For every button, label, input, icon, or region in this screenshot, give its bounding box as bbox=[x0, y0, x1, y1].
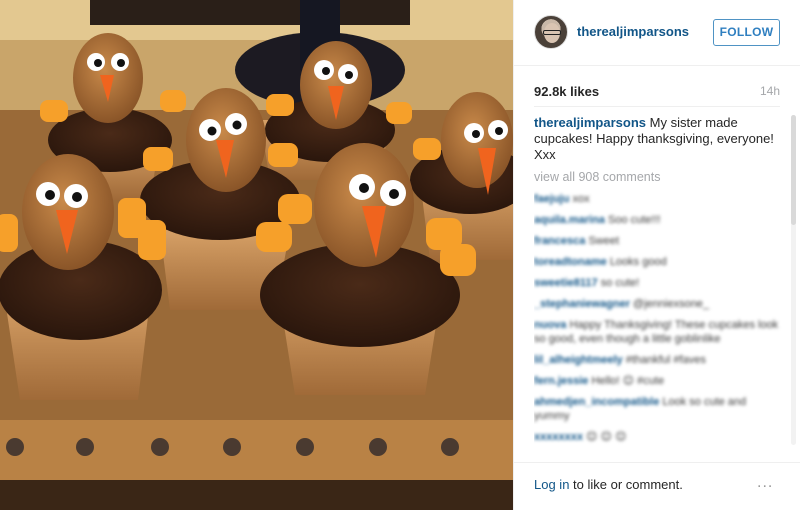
comment-item: ahmedjen_incompatible Look so cute and y… bbox=[534, 395, 784, 423]
more-options-icon[interactable]: ... bbox=[757, 474, 773, 492]
turkey-cupcakes-image bbox=[0, 0, 513, 510]
post-photo[interactable] bbox=[0, 0, 513, 510]
login-prompt-text: to like or comment. bbox=[569, 477, 683, 492]
comment-username[interactable]: fern.jessie bbox=[534, 375, 588, 387]
comment-username[interactable]: lil_alheightmeely bbox=[534, 354, 623, 366]
comments-list[interactable]: therealjimparsons My sister made cupcake… bbox=[534, 115, 784, 460]
post-footer: Log in to like or comment. ... bbox=[514, 462, 800, 510]
login-prompt: Log in to like or comment. bbox=[534, 477, 683, 492]
comment-item: fern.jessie Hello! 😊 #cute bbox=[534, 374, 784, 388]
comment-text: 😊 😊 😊 bbox=[586, 431, 627, 443]
comment-item: _stephaniewagner @jenniexsone_ bbox=[534, 297, 784, 311]
comment-username[interactable]: xxxxxxxx bbox=[534, 431, 583, 443]
likes-count[interactable]: 92.8k likes bbox=[534, 84, 599, 99]
comment-text: Happy Thanksgiving! These cupcakes look … bbox=[534, 319, 779, 345]
login-link[interactable]: Log in bbox=[534, 477, 569, 492]
divider bbox=[534, 106, 780, 107]
comment-username[interactable]: sweetie8117 bbox=[534, 277, 598, 289]
comment-item: faejuju xox bbox=[534, 192, 784, 206]
comment-item: xxxxxxxx 😊 😊 😊 bbox=[534, 430, 784, 444]
view-all-comments-link[interactable]: view all 908 comments bbox=[534, 170, 784, 184]
scrollbar-thumb[interactable] bbox=[791, 115, 796, 225]
comment-item: aquila.marina Soo cute!!! bbox=[534, 213, 784, 227]
comment-item: lil_alheightmeely #thankful #faves bbox=[534, 353, 784, 367]
follow-button[interactable]: FOLLOW bbox=[713, 19, 780, 46]
comment-item: sweetie8117 so cute! bbox=[534, 276, 784, 290]
post-header: therealjimparsons FOLLOW bbox=[514, 0, 800, 66]
comments-scrollbar[interactable] bbox=[791, 115, 796, 445]
comment-text: Soo cute!!! bbox=[607, 214, 661, 226]
avatar[interactable] bbox=[534, 15, 568, 49]
avatar-glasses bbox=[543, 30, 561, 35]
comment-text: Looks good bbox=[609, 256, 667, 268]
post-timestamp[interactable]: 14h bbox=[760, 84, 780, 98]
comment-text: #thankful #faves bbox=[625, 354, 706, 366]
comment-item: nuova Happy Thanksgiving! These cupcakes… bbox=[534, 318, 784, 346]
post-side-panel: therealjimparsons FOLLOW 92.8k likes 14h… bbox=[513, 0, 800, 510]
comment-text: @jenniexsone_ bbox=[633, 298, 710, 310]
comment-text: so cute! bbox=[600, 277, 640, 289]
comment-username[interactable]: aquila.marina bbox=[534, 214, 605, 226]
comment-item: toreadtoname Looks good bbox=[534, 255, 784, 269]
comment-username[interactable]: faejuju bbox=[534, 193, 569, 205]
comment-item: francesca Sweet bbox=[534, 234, 784, 248]
comment-username[interactable]: ahmedjen_incompatible bbox=[534, 396, 659, 408]
comment-text: xox bbox=[572, 193, 590, 205]
comment-username[interactable]: toreadtoname bbox=[534, 256, 607, 268]
caption-username[interactable]: therealjimparsons bbox=[534, 115, 646, 130]
post-caption: therealjimparsons My sister made cupcake… bbox=[534, 115, 784, 163]
comment-text: Hello! 😊 #cute bbox=[591, 375, 665, 387]
comment-username[interactable]: _stephaniewagner bbox=[534, 298, 630, 310]
comment-username[interactable]: nuova bbox=[534, 319, 566, 331]
username-link[interactable]: therealjimparsons bbox=[577, 24, 689, 39]
comment-username[interactable]: francesca bbox=[534, 235, 585, 247]
comment-text: Sweet bbox=[588, 235, 620, 247]
